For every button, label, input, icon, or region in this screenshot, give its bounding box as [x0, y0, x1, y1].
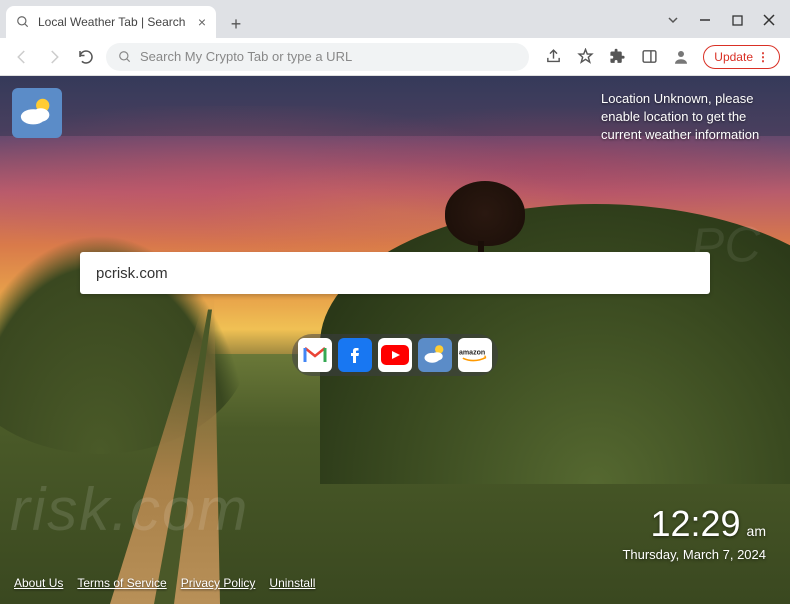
close-button[interactable]	[754, 8, 784, 32]
share-icon[interactable]	[543, 47, 563, 67]
browser-toolbar: Search My Crypto Tab or type a URL Updat…	[0, 38, 790, 76]
clock-time: 12:29	[650, 503, 740, 544]
privacy-link[interactable]: Privacy Policy	[181, 576, 256, 590]
reload-button[interactable]	[74, 45, 98, 69]
close-icon[interactable]: ×	[198, 14, 206, 30]
chevron-down-icon[interactable]	[658, 8, 688, 32]
clock-ampm: am	[747, 523, 766, 539]
quick-link-facebook[interactable]	[338, 338, 372, 372]
quick-link-amazon[interactable]: amazon	[458, 338, 492, 372]
maximize-button[interactable]	[722, 8, 752, 32]
search-icon	[16, 15, 30, 29]
search-value: pcrisk.com	[96, 265, 168, 282]
quick-link-youtube[interactable]	[378, 338, 412, 372]
bookmark-icon[interactable]	[575, 47, 595, 67]
extensions-icon[interactable]	[607, 47, 627, 67]
clock-date: Thursday, March 7, 2024	[622, 547, 766, 562]
new-tab-button[interactable]: +	[222, 10, 250, 38]
location-message: Location Unknown, please enable location…	[601, 90, 766, 145]
tab-title: Local Weather Tab | Search	[38, 15, 190, 29]
sidepanel-icon[interactable]	[639, 47, 659, 67]
weather-widget-icon[interactable]	[12, 88, 62, 138]
search-input[interactable]: pcrisk.com	[80, 252, 710, 294]
quick-link-weather[interactable]	[418, 338, 452, 372]
forward-button[interactable]	[42, 45, 66, 69]
footer-links: About Us Terms of Service Privacy Policy…	[14, 576, 315, 590]
update-label: Update	[714, 50, 753, 64]
clock-widget: 12:29 am Thursday, March 7, 2024	[622, 503, 766, 562]
page-content: risk.com PC Location Unknown, please ena…	[0, 76, 790, 604]
back-button[interactable]	[10, 45, 34, 69]
svg-text:amazon: amazon	[459, 349, 485, 356]
browser-titlebar: Local Weather Tab | Search × +	[0, 0, 790, 38]
profile-icon[interactable]	[671, 47, 691, 67]
uninstall-link[interactable]: Uninstall	[269, 576, 315, 590]
omnibox-placeholder: Search My Crypto Tab or type a URL	[140, 49, 352, 64]
terms-link[interactable]: Terms of Service	[77, 576, 166, 590]
quick-links: amazon	[292, 334, 498, 376]
omnibox[interactable]: Search My Crypto Tab or type a URL	[106, 43, 529, 71]
minimize-button[interactable]	[690, 8, 720, 32]
update-button[interactable]: Update ⋮	[703, 45, 780, 69]
about-link[interactable]: About Us	[14, 576, 63, 590]
menu-dots-icon: ⋮	[757, 50, 769, 64]
browser-tab[interactable]: Local Weather Tab | Search ×	[6, 6, 216, 38]
quick-link-gmail[interactable]	[298, 338, 332, 372]
